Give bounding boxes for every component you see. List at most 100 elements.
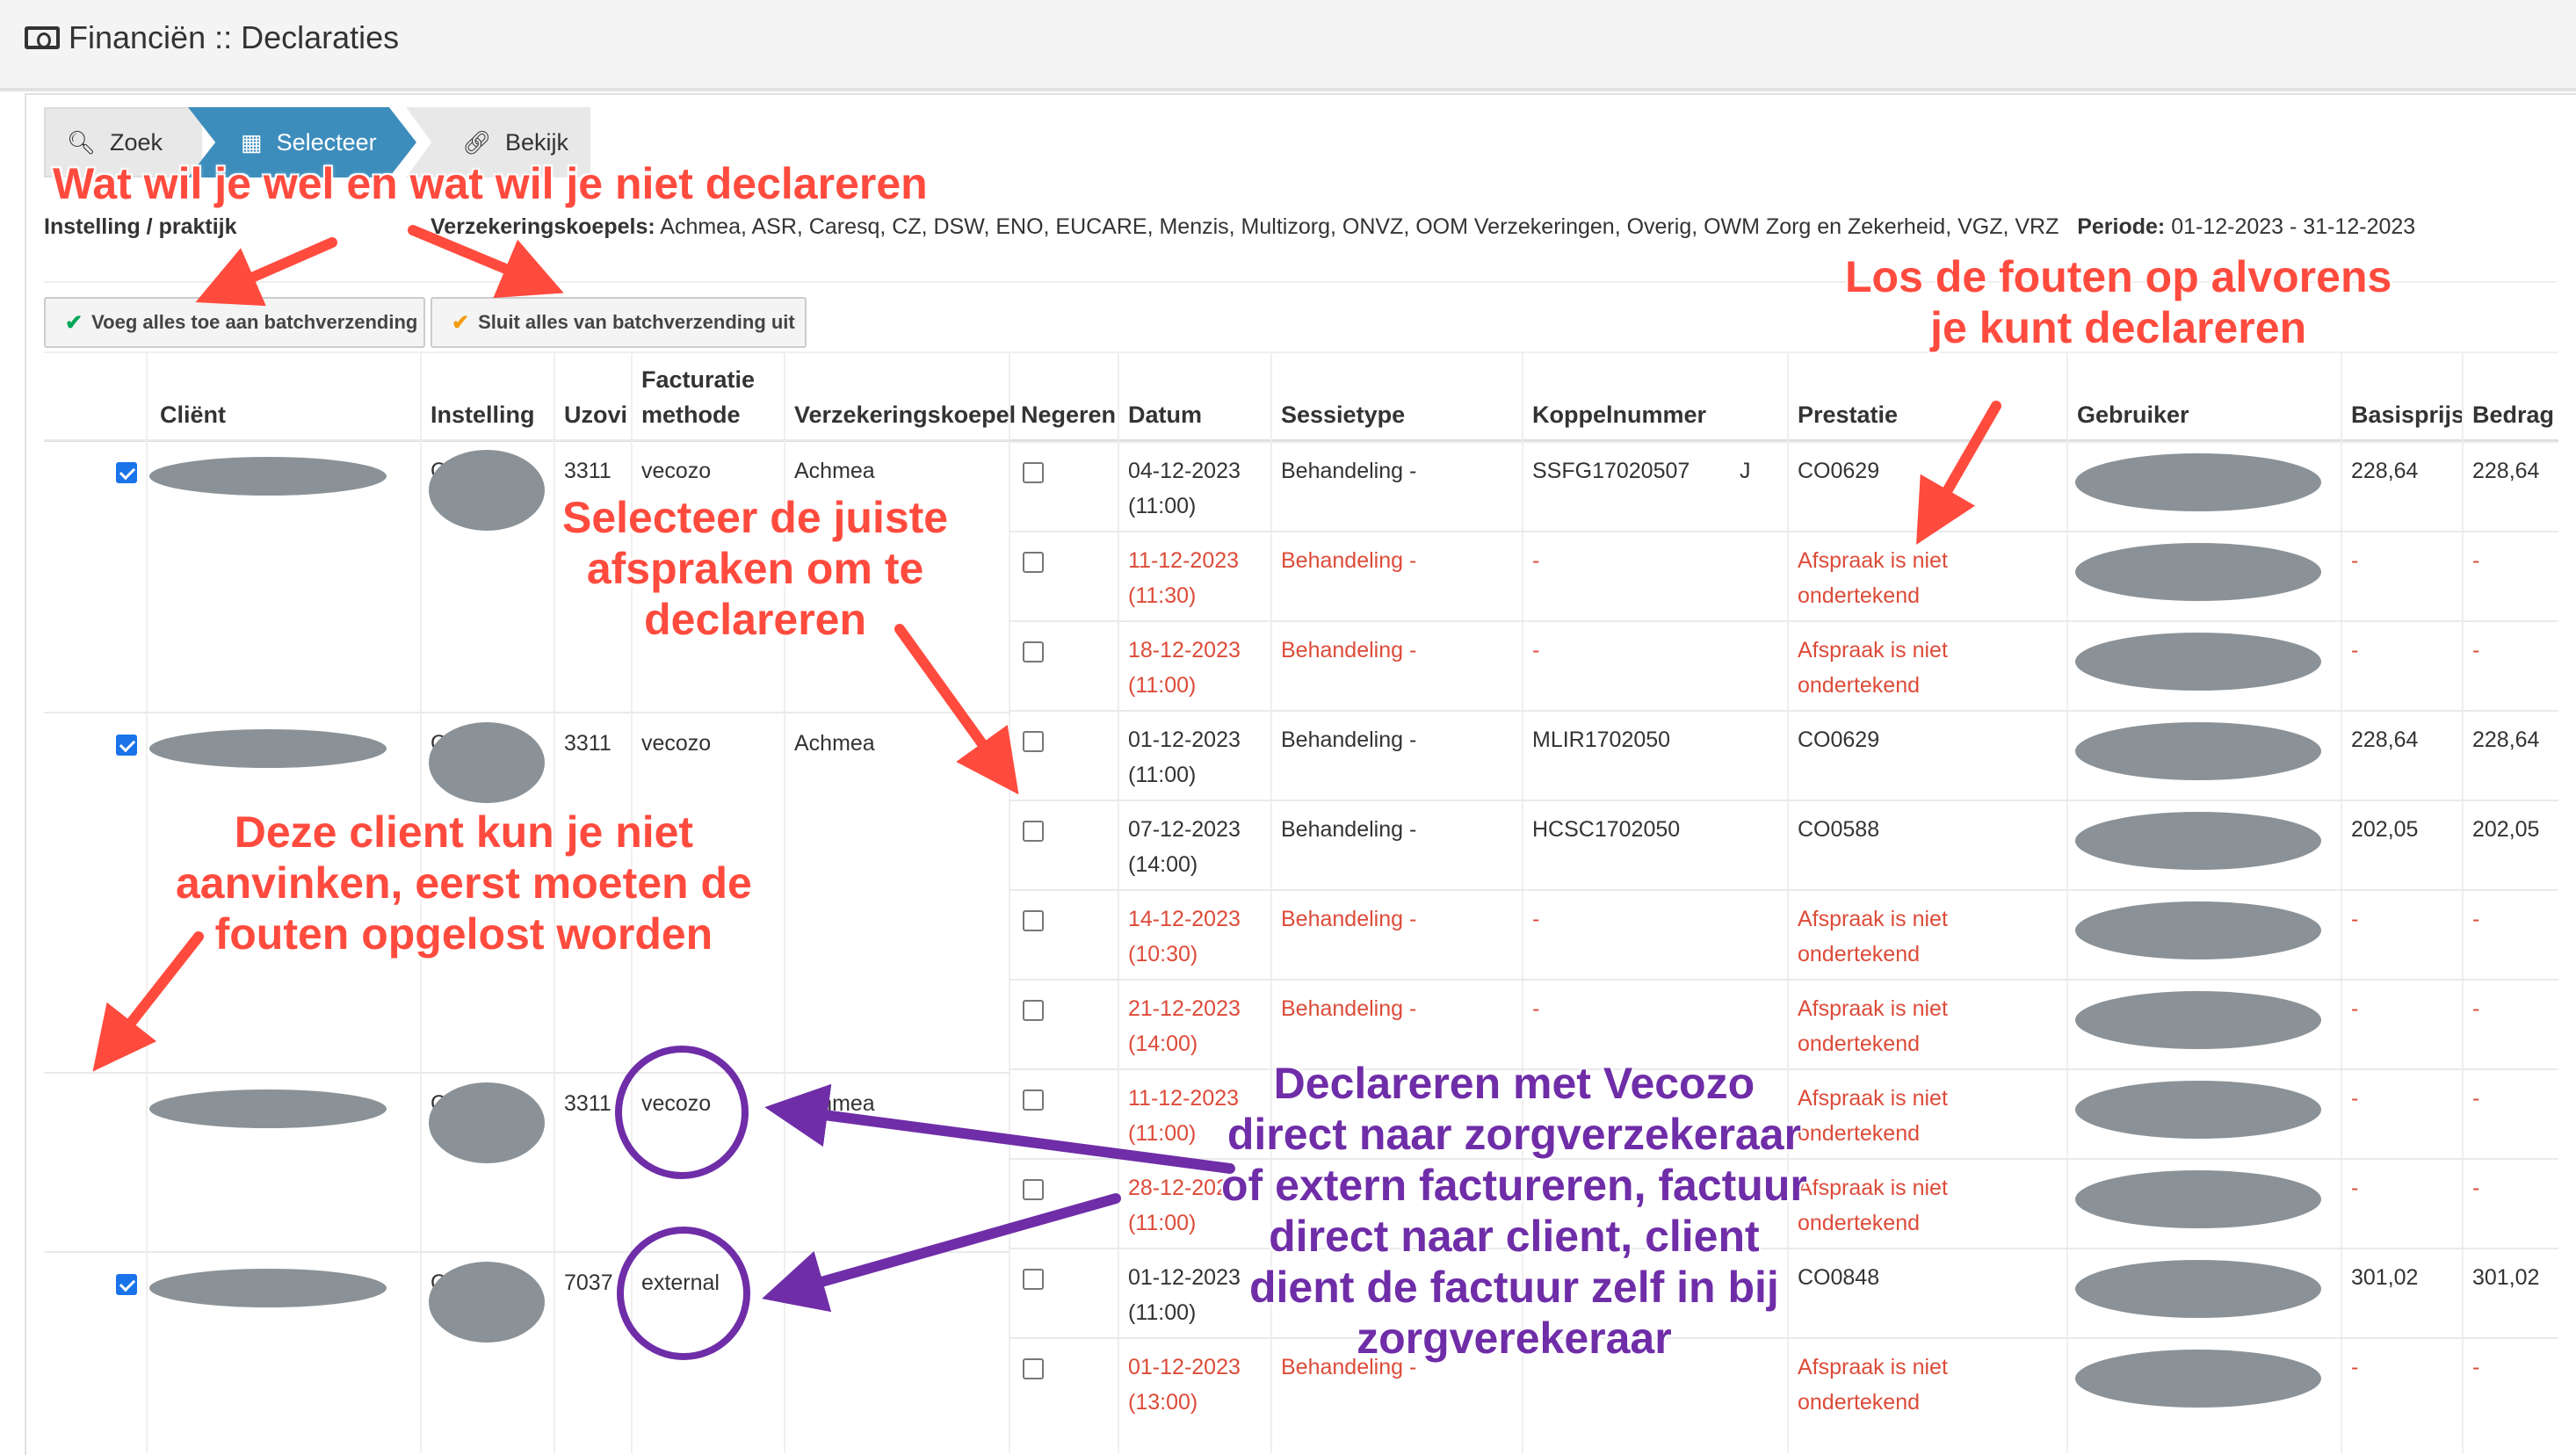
- prestatie-cell: Afspraak is niet: [1798, 996, 1948, 1021]
- prestatie-detail: ondertekend: [1798, 1211, 1921, 1235]
- table-icon: ▦: [241, 128, 263, 156]
- annotation-select-appointments: Selecteer de juiste afspraken om te declar…: [562, 493, 949, 644]
- bedrag-cell: -: [2472, 638, 2480, 662]
- koppelnummer-cell: HCSC1702050: [1532, 817, 1681, 842]
- exclude-all-batch-button[interactable]: ✔ Sluit alles van batchverzending uit: [431, 297, 807, 348]
- prestatie-cell: Afspraak is niet: [1798, 638, 1948, 662]
- tijd-cell: (11:00): [1128, 763, 1197, 787]
- tijd-cell: (13:00): [1128, 1390, 1198, 1415]
- datum-cell: 04-12-2023: [1128, 459, 1241, 483]
- basisprijs-cell: -: [2351, 907, 2359, 931]
- bedrag-cell: 228,64: [2472, 728, 2540, 752]
- bedrag-cell: 301,02: [2472, 1265, 2540, 1290]
- row-divider: [1009, 620, 2558, 622]
- client-select-checkbox[interactable]: [116, 735, 137, 756]
- row-divider: [1009, 979, 2558, 981]
- sessietype-cell: Behandeling -: [1281, 728, 1417, 752]
- bedrag-cell: -: [2472, 1176, 2480, 1200]
- sessietype-cell: Behandeling -: [1281, 459, 1417, 483]
- basisprijs-cell: -: [2351, 638, 2359, 662]
- redacted-instelling: [429, 450, 545, 531]
- datum-cell: 11-12-2023: [1128, 548, 1240, 573]
- facturatie-methode-cell: vecozo: [641, 459, 712, 483]
- basisprijs-cell: 228,64: [2351, 728, 2419, 752]
- group-divider: [44, 712, 1010, 713]
- datum-cell: 28-12-202: [1128, 1176, 1228, 1200]
- uzovi-cell: 3311: [564, 1091, 611, 1116]
- sessietype-cell: Behandeling -: [1281, 996, 1417, 1021]
- instelling-label: Instelling / praktijk: [44, 214, 237, 239]
- prestatie-detail: ondertekend: [1798, 583, 1921, 608]
- negeren-checkbox[interactable]: [1023, 641, 1044, 662]
- col-sep: [2066, 351, 2068, 1453]
- negeren-checkbox[interactable]: [1023, 821, 1044, 842]
- negeren-checkbox[interactable]: [1023, 1179, 1044, 1200]
- prestatie-detail: ondertekend: [1798, 1121, 1921, 1146]
- koppelnummer-cell: -: [1532, 996, 1540, 1021]
- page-title: Financiën :: Declaraties: [25, 19, 399, 56]
- verzekeringskoepel-cell: Achmea: [794, 1091, 875, 1116]
- row-divider: [1009, 889, 2558, 891]
- exclude-all-label: Sluit alles van batchverzending uit: [478, 311, 795, 333]
- add-all-batch-button[interactable]: ✔ Voeg alles toe aan batchverzending: [44, 297, 425, 348]
- negeren-checkbox[interactable]: [1023, 462, 1044, 483]
- row-divider: [1009, 441, 2558, 443]
- th-sessietype: Sessietype: [1281, 402, 1406, 428]
- facturatie-methode-cell: vecozo: [641, 1091, 712, 1116]
- verz-label: Verzekeringskoepels:: [431, 214, 655, 239]
- redacted-client-name: [149, 1089, 387, 1128]
- redacted-gebruiker: [2075, 543, 2321, 601]
- facturatie-methode-cell: vecozo: [641, 731, 712, 756]
- col-sep: [1009, 351, 1010, 1453]
- basisprijs-cell: -: [2351, 1176, 2359, 1200]
- row-divider: [1009, 710, 2558, 712]
- group-divider: [44, 439, 1010, 441]
- th-koppelnummer: Koppelnummer: [1532, 402, 1707, 428]
- prestatie-cell: CO0629: [1798, 459, 1880, 483]
- periode-label: Periode:: [2077, 214, 2166, 239]
- top-bar: Financiën :: Declaraties: [0, 0, 2576, 91]
- col-sep: [146, 351, 148, 1453]
- bedrag-cell: -: [2472, 1355, 2480, 1379]
- redacted-client-name: [149, 1269, 387, 1307]
- group-divider: [44, 1072, 1010, 1074]
- prestatie-detail: ondertekend: [1798, 942, 1921, 966]
- client-select-checkbox[interactable]: [116, 462, 137, 483]
- annotation-vecozo-external: Declareren met Vecozo direct naar zorgver…: [1221, 1059, 1807, 1363]
- negeren-checkbox[interactable]: [1023, 1089, 1044, 1111]
- annotation-declare-choice: Wat wil je wel en wat wil je niet declar…: [53, 159, 928, 208]
- negeren-checkbox[interactable]: [1023, 1000, 1044, 1021]
- koppelnummer-cell: MLIR1702050: [1532, 728, 1671, 752]
- negeren-checkbox[interactable]: [1023, 910, 1044, 931]
- basisprijs-cell: -: [2351, 1086, 2359, 1111]
- negeren-checkbox[interactable]: [1023, 552, 1044, 573]
- bedrag-cell: -: [2472, 1086, 2480, 1111]
- check-icon: ✔: [452, 310, 470, 335]
- client-select-checkbox[interactable]: [116, 1274, 137, 1295]
- row-divider: [1009, 531, 2558, 532]
- row-divider: [1009, 800, 2558, 801]
- tijd-cell: (11:00): [1128, 673, 1197, 698]
- prestatie-detail: ondertekend: [1798, 673, 1921, 698]
- annotation-fix-errors: Los de fouten op alvorens je kunt declare…: [1845, 252, 2392, 352]
- step-zoek-label: Zoek: [110, 128, 163, 156]
- negeren-checkbox[interactable]: [1023, 731, 1044, 752]
- periode-value: 01-12-2023 - 31-12-2023: [2171, 214, 2416, 239]
- bedrag-cell: 202,05: [2472, 817, 2540, 842]
- uzovi-cell: 3311: [564, 459, 611, 483]
- datum-cell: 18-12-2023: [1128, 638, 1241, 662]
- tijd-cell: (14:00): [1128, 1032, 1198, 1056]
- koppelnummer-tail: J: [1740, 459, 1751, 483]
- sessietype-cell: Behandeling -: [1281, 638, 1417, 662]
- negeren-checkbox[interactable]: [1023, 1358, 1044, 1379]
- koppelnummer-cell: -: [1532, 907, 1540, 931]
- basisprijs-cell: 301,02: [2351, 1265, 2419, 1290]
- verzekeringskoepel-cell: Achmea: [794, 731, 875, 756]
- check-icon: ✔: [65, 310, 83, 335]
- tijd-cell: (10:30): [1128, 942, 1198, 966]
- bedrag-cell: -: [2472, 996, 2480, 1021]
- negeren-checkbox[interactable]: [1023, 1269, 1044, 1290]
- verzekeringskoepel-cell: Achmea: [794, 459, 875, 483]
- col-sep: [2341, 351, 2342, 1453]
- basisprijs-cell: 202,05: [2351, 817, 2419, 842]
